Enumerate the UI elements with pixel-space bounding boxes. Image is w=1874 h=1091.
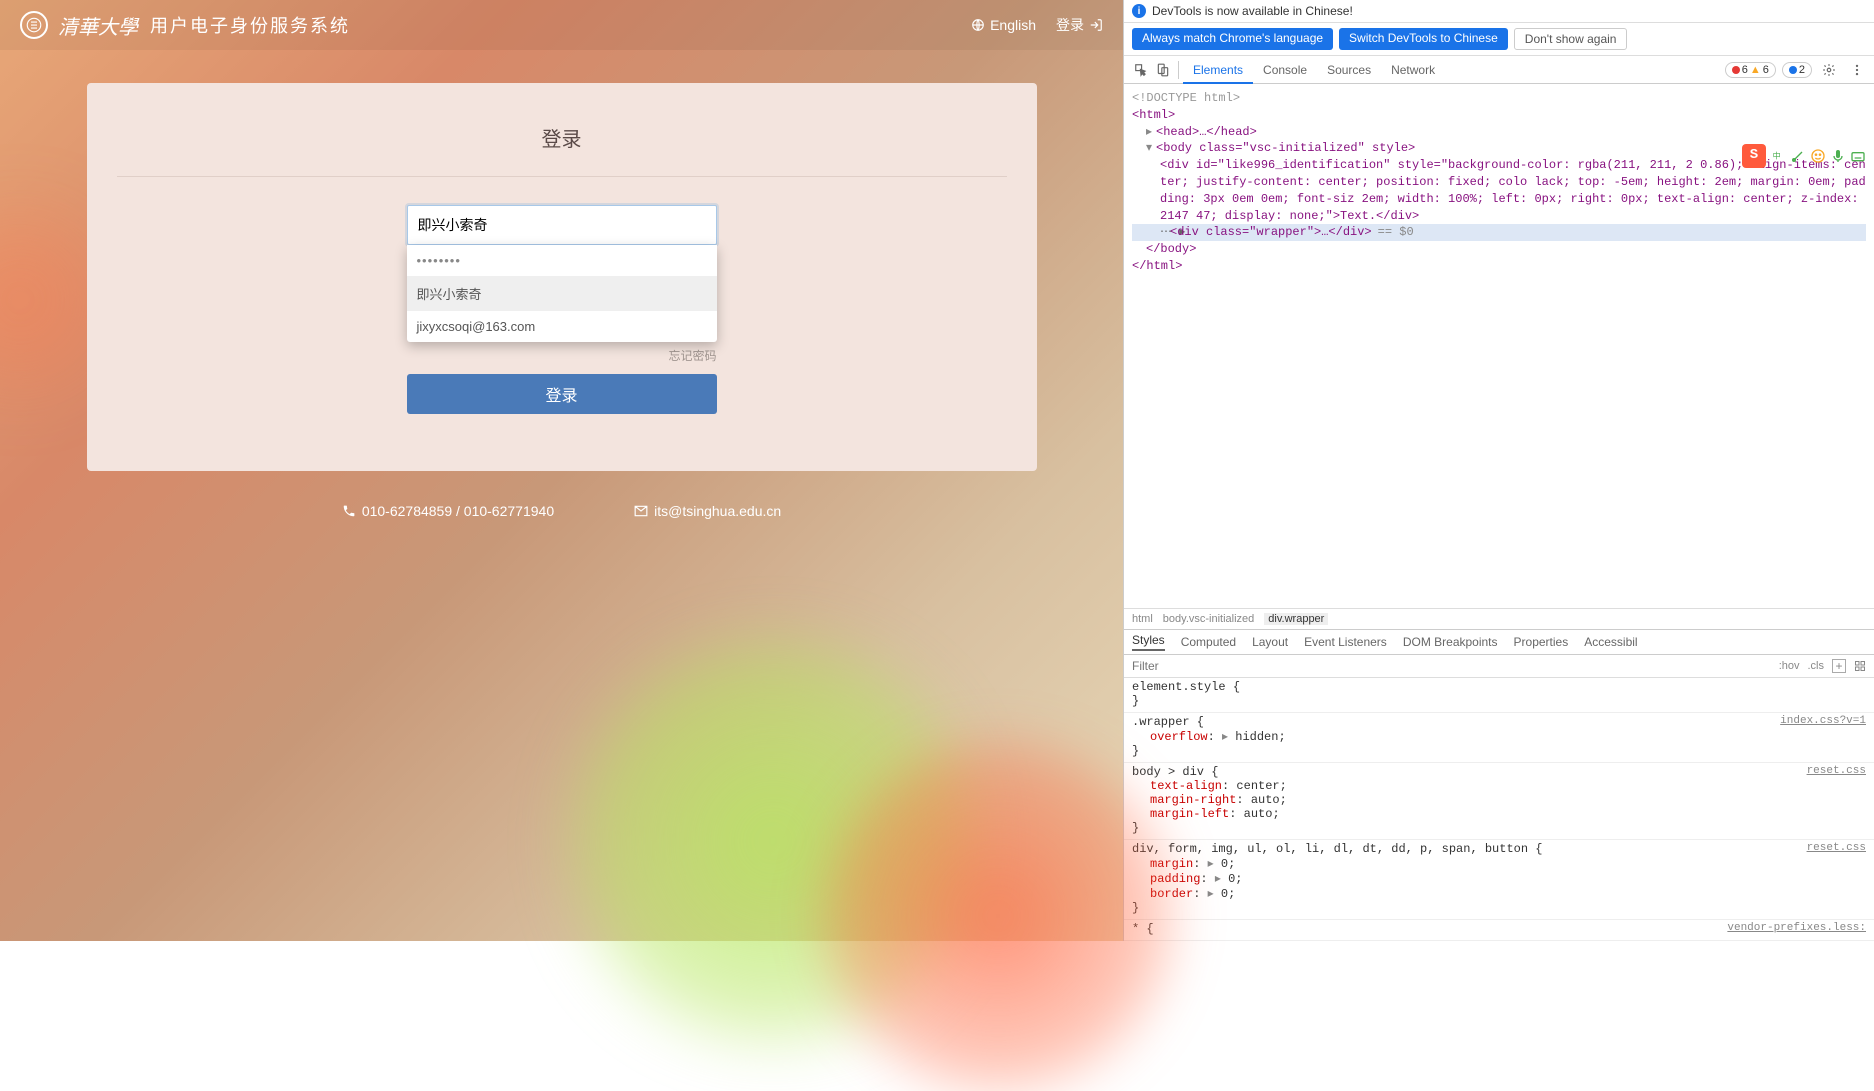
style-block[interactable]: element.style { }	[1124, 678, 1874, 713]
devtools-banner: i DevTools is now available in Chinese!	[1124, 0, 1874, 23]
inspect-icon[interactable]	[1130, 59, 1152, 81]
globe-icon	[971, 18, 985, 32]
info-icon: i	[1132, 4, 1146, 18]
phone-icon	[342, 504, 356, 518]
dom-doctype[interactable]: <!DOCTYPE html>	[1132, 90, 1866, 107]
ext-zh-icon[interactable]: 中	[1770, 148, 1786, 164]
divider	[1178, 61, 1179, 79]
login-arrow-icon	[1089, 18, 1103, 32]
more-styles-icon[interactable]	[1854, 660, 1866, 672]
devtools-panel: i DevTools is now available in Chinese! …	[1123, 0, 1874, 941]
style-block[interactable]: .wrapper {index.css?v=1 overflow: ▸ hidd…	[1124, 713, 1874, 763]
more-icon[interactable]	[1846, 59, 1868, 81]
tab-elements[interactable]: Elements	[1183, 56, 1253, 84]
tab-sources[interactable]: Sources	[1317, 56, 1381, 84]
ext-dot-icon[interactable]	[1790, 148, 1806, 164]
language-toggle[interactable]: English	[971, 17, 1036, 33]
crumb-html[interactable]: html	[1132, 613, 1153, 625]
email-icon	[634, 504, 648, 518]
autofill-item-selected[interactable]: 即兴小索奇	[407, 276, 717, 311]
dom-eq: == $0	[1378, 225, 1414, 239]
banner-switch-button[interactable]: Switch DevTools to Chinese	[1339, 28, 1508, 50]
bg-decoration	[823, 741, 1173, 1091]
dom-html-open[interactable]: <html>	[1132, 108, 1175, 122]
devtools-tabs: Elements Console Sources Network 6 ▲6 2	[1124, 56, 1874, 84]
sogou-ime-icon[interactable]: S	[1742, 144, 1766, 168]
styles-pane[interactable]: element.style { } .wrapper {index.css?v=…	[1124, 678, 1874, 941]
styles-tabs: Styles Computed Layout Event Listeners D…	[1124, 629, 1874, 655]
username-input[interactable]	[407, 205, 717, 245]
dom-breadcrumb: html body.vsc-initialized div.wrapper	[1124, 608, 1874, 629]
dom-html-close[interactable]: </html>	[1132, 259, 1182, 273]
subtab-computed[interactable]: Computed	[1181, 635, 1236, 649]
login-submit-button[interactable]: 登录	[407, 374, 717, 414]
settings-icon[interactable]	[1818, 59, 1840, 81]
system-title: 用户电子身份服务系统	[150, 12, 350, 38]
ext-mic-icon[interactable]	[1830, 148, 1846, 164]
panel-title: 登录	[87, 123, 1037, 176]
footer-email: its@tsinghua.edu.cn	[634, 503, 781, 519]
dom-head[interactable]: <head>…</head>	[1156, 125, 1257, 139]
tab-network[interactable]: Network	[1381, 56, 1445, 84]
device-toggle-icon[interactable]	[1152, 59, 1174, 81]
autofill-item-password[interactable]: ••••••••	[407, 245, 717, 276]
dom-selected-row[interactable]: ⋯ ▸<div class="wrapper">…</div>== $0	[1132, 224, 1866, 241]
subtab-dombp[interactable]: DOM Breakpoints	[1403, 635, 1498, 649]
cls-toggle[interactable]: .cls	[1808, 660, 1825, 672]
footer: 010-62784859 / 010-62771940 its@tsinghua…	[0, 503, 1123, 519]
email-text: its@tsinghua.edu.cn	[654, 503, 781, 519]
tab-console[interactable]: Console	[1253, 56, 1317, 84]
brand-name: 清華大學	[58, 11, 138, 40]
autofill-item-email[interactable]: jixyxcsoqi@163.com	[407, 311, 717, 342]
banner-always-button[interactable]: Always match Chrome's language	[1132, 28, 1333, 50]
subtab-layout[interactable]: Layout	[1252, 635, 1288, 649]
university-logo-icon	[20, 11, 48, 39]
language-label: English	[990, 17, 1036, 33]
ext-face-icon[interactable]	[1810, 148, 1826, 164]
phone-text: 010-62784859 / 010-62771940	[362, 503, 554, 519]
dom-wrapper: <div class="wrapper">…</div>	[1170, 225, 1372, 239]
issues-badge[interactable]: 2	[1782, 62, 1812, 78]
forgot-password-link[interactable]: 忘记密码	[407, 347, 717, 364]
login-nav-link[interactable]: 登录	[1056, 15, 1103, 35]
login-nav-label: 登录	[1056, 15, 1084, 35]
login-panel: 登录 •••••••• 即兴小索奇 jixyxcsoqi@163.com 忘记密…	[87, 83, 1037, 471]
app-page: 清華大學 用户电子身份服务系统 English 登录 登录 ••••••••	[0, 0, 1123, 941]
style-block[interactable]: * {vendor-prefixes.less:	[1124, 920, 1874, 941]
new-rule-button[interactable]: +	[1832, 659, 1846, 673]
style-block[interactable]: body > div {reset.css text-align: center…	[1124, 763, 1874, 840]
subtab-props[interactable]: Properties	[1514, 635, 1569, 649]
banner-text: DevTools is now available in Chinese!	[1152, 4, 1353, 18]
dom-body-close[interactable]: </body>	[1146, 242, 1196, 256]
footer-phone: 010-62784859 / 010-62771940	[342, 503, 554, 519]
styles-filter-input[interactable]	[1132, 659, 1771, 673]
crumb-wrapper[interactable]: div.wrapper	[1264, 613, 1328, 625]
devtools-banner-actions: Always match Chrome's language Switch De…	[1124, 23, 1874, 56]
login-form: •••••••• 即兴小索奇 jixyxcsoqi@163.com 忘记密码 登…	[407, 205, 717, 414]
extension-overlay: S 中	[1742, 144, 1866, 168]
subtab-styles[interactable]: Styles	[1132, 633, 1165, 651]
dom-body-open[interactable]: <body class="vsc-initialized" style>	[1156, 141, 1415, 155]
autofill-dropdown: •••••••• 即兴小索奇 jixyxcsoqi@163.com	[407, 245, 717, 342]
topbar: 清華大學 用户电子身份服务系统 English 登录	[0, 0, 1123, 50]
subtab-listeners[interactable]: Event Listeners	[1304, 635, 1387, 649]
subtab-access[interactable]: Accessibil	[1584, 635, 1637, 649]
style-block[interactable]: div, form, img, ul, ol, li, dl, dt, dd, …	[1124, 840, 1874, 920]
divider	[117, 176, 1007, 177]
styles-filter-bar: :hov .cls +	[1124, 655, 1874, 678]
banner-dismiss-button[interactable]: Don't show again	[1514, 28, 1628, 50]
hov-toggle[interactable]: :hov	[1779, 660, 1800, 672]
ext-keyboard-icon[interactable]	[1850, 148, 1866, 164]
crumb-body[interactable]: body.vsc-initialized	[1163, 613, 1255, 625]
dom-tree[interactable]: <!DOCTYPE html> <html> ▸<head>…</head> ▾…	[1124, 84, 1874, 608]
error-badge[interactable]: 6 ▲6	[1725, 62, 1776, 78]
svg-text:中: 中	[1773, 151, 1781, 162]
